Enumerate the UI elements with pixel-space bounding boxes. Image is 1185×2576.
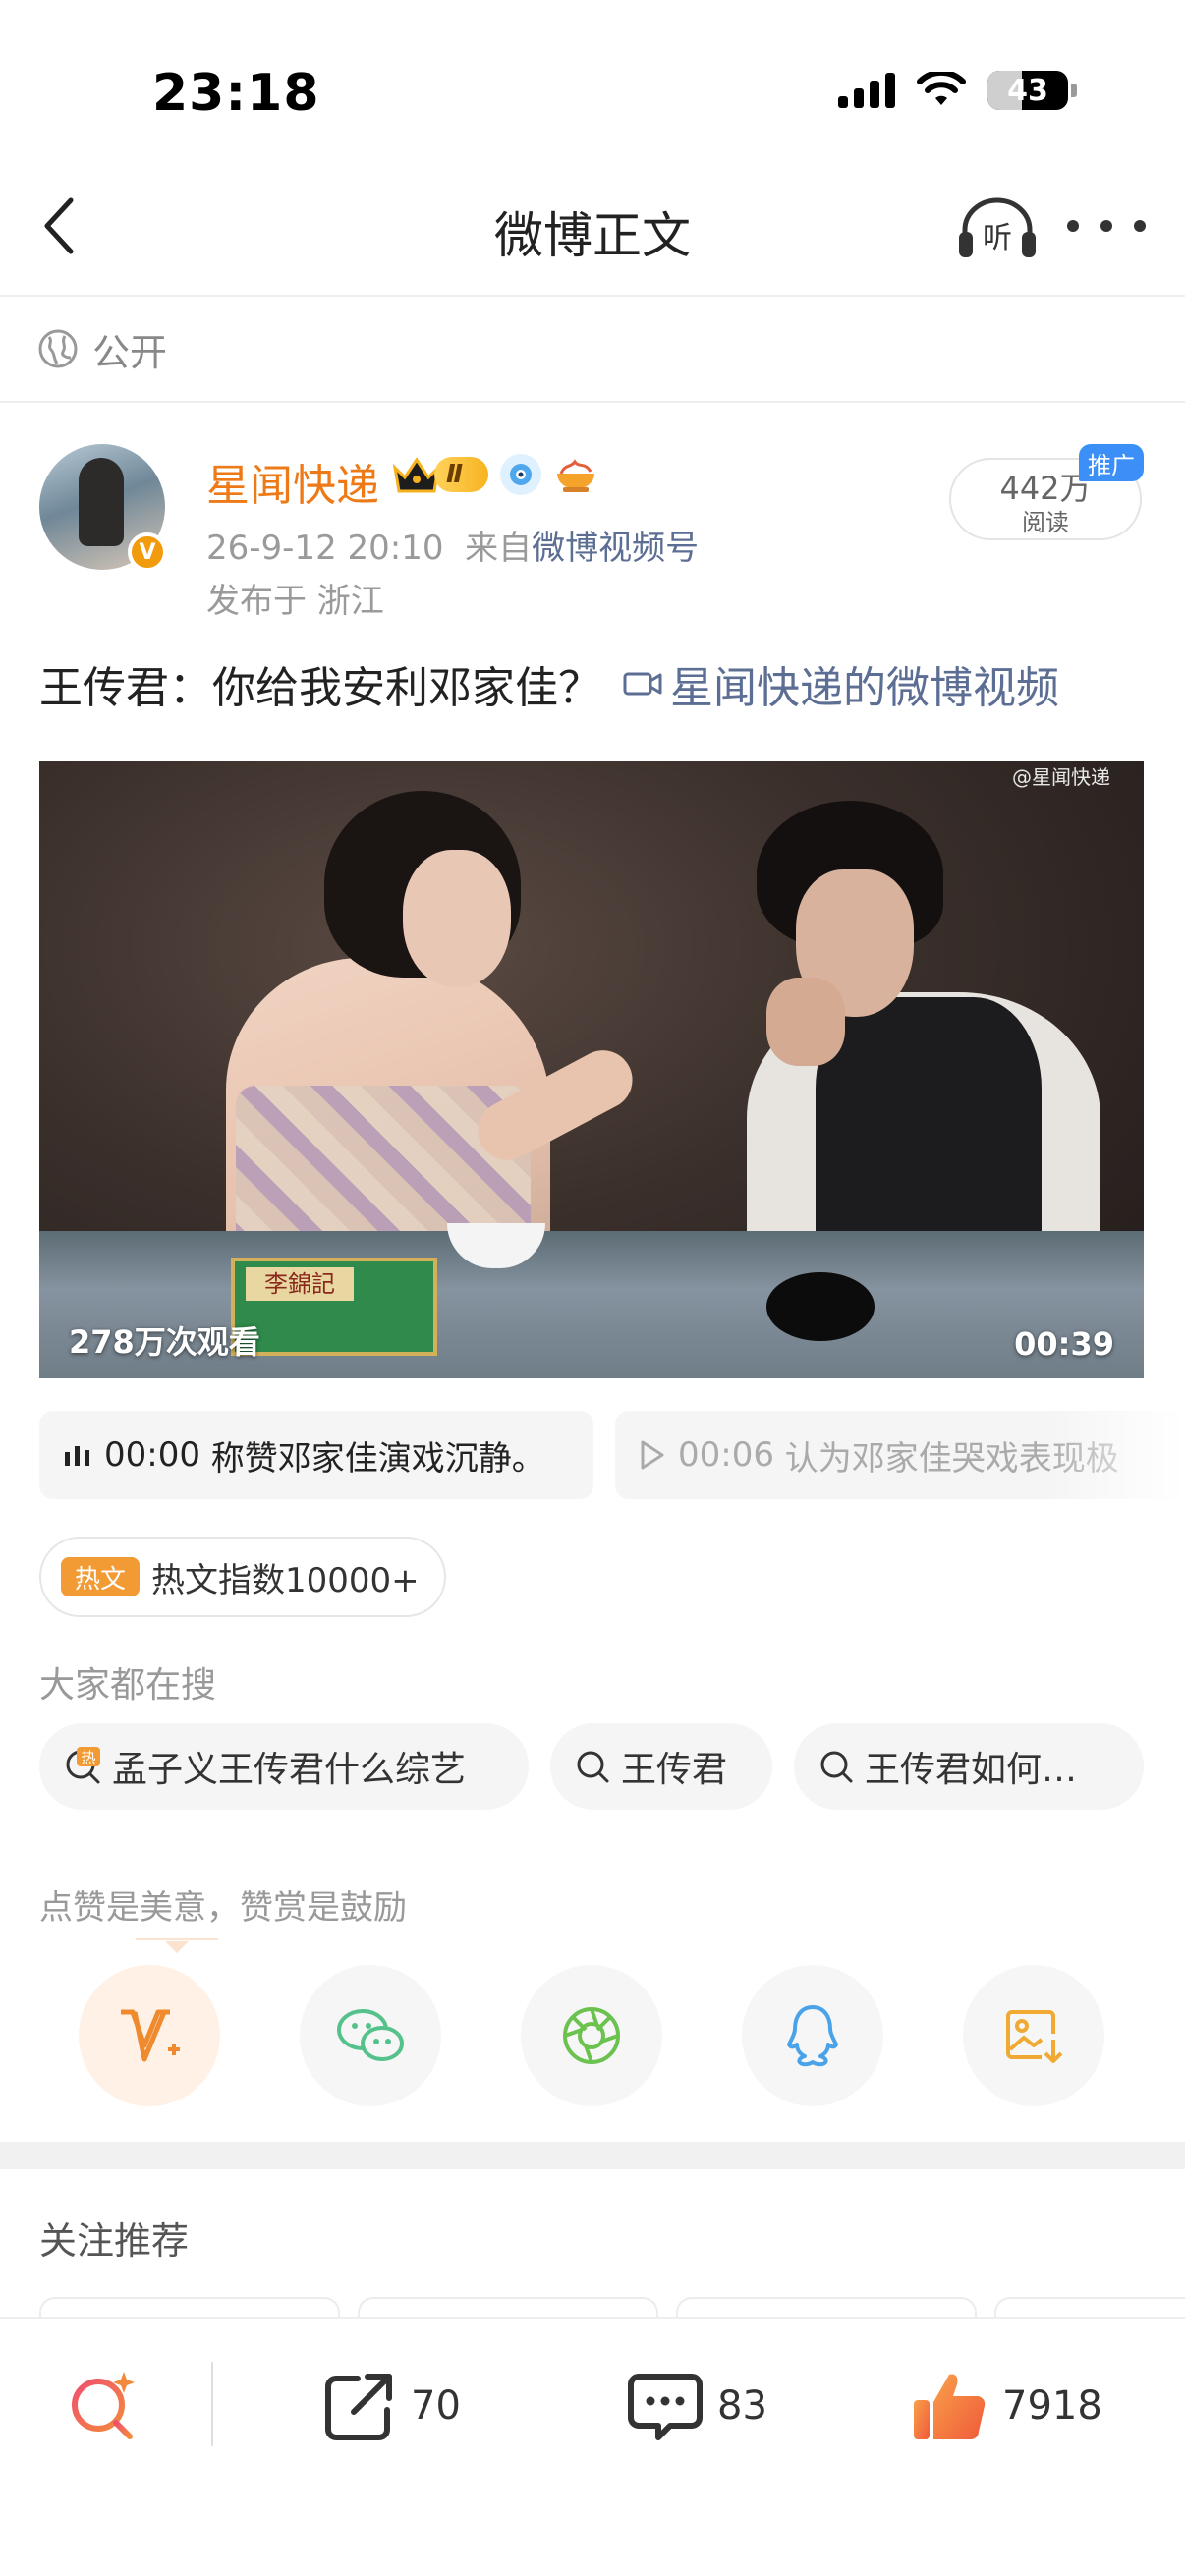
video-figure-face [403,850,511,987]
share-moments-button[interactable] [521,1965,662,2106]
search-suggestion[interactable]: 热 孟子义王传君什么综艺 [39,1723,529,1810]
bottom-action-bar: 70 83 7918 [0,2317,1185,2576]
post-body: 王传君：你给我安利邓家佳？ [39,663,601,713]
status-time: 23:18 [152,64,320,123]
wifi-icon [917,72,966,105]
chapter-time: 00:06 [678,1435,774,1475]
post-location: 发布于 浙江 [206,582,384,621]
audio-bars-icon [63,1442,92,1468]
noodle-bowl-icon[interactable] [553,454,598,495]
save-image-icon [1006,2010,1063,2063]
hot-index-text: 热文指数10000+ [151,1560,420,1600]
video-camera-icon [623,672,662,696]
reward-text: 点赞是美意，赞赏是鼓励 [39,1888,407,1928]
read-label: 阅读 [1022,509,1069,536]
chapter-item[interactable]: 00:00 称赞邓家佳演戏沉静。 [39,1411,593,1499]
dot [1100,220,1112,232]
play-icon [639,1439,666,1471]
like-count: 7918 [1002,2383,1102,2429]
fade-overlay [1047,1411,1185,1499]
more-button[interactable] [1067,201,1146,251]
video-view-count: 278万次观看 [69,1323,260,1361]
svg-text:听: 听 [983,221,1012,255]
comment-button[interactable]: 83 [627,2362,767,2450]
visibility-label: 公开 [92,330,168,374]
wechat-icon [337,2009,404,2061]
repost-icon [325,2374,392,2440]
battery-icon: 43 [988,71,1068,110]
video-duration: 00:39 [1014,1325,1114,1363]
author-name[interactable]: 星闻快递 [206,450,379,513]
hot-index-pill[interactable]: 热文 热文指数10000+ [39,1537,446,1617]
follow-recommend-title: 关注推荐 [39,2219,190,2263]
comment-count: 83 [717,2383,767,2429]
member-badge[interactable]: Ⅱ [391,454,489,495]
repost-count: 70 [411,2383,461,2429]
level-badge: Ⅱ [434,457,489,492]
author-badges: Ⅱ [391,454,598,495]
eye-badge-icon[interactable] [500,454,542,495]
svg-text:热: 热 [81,1749,95,1766]
search-icon [577,1751,609,1783]
thumbs-up-icon [914,2374,986,2439]
ai-search-icon[interactable] [65,2368,143,2446]
search-suggestion-label: 王传君 [621,1750,728,1790]
globe-icon [38,329,78,368]
battery-level: 43 [1007,73,1048,108]
status-icons: 43 [838,71,1077,110]
post-timestamp: 26-9-12 20:10 [206,529,444,568]
avatar-figure [79,458,124,546]
avatar[interactable]: V [39,444,167,572]
reward-button[interactable] [79,1965,220,2106]
chapter-text: 称赞邓家佳演戏沉静。 [210,1438,545,1479]
verified-badge: V [128,532,167,572]
search-suggestion[interactable]: 王传君 [550,1723,772,1810]
reward-v-icon [121,2009,180,2062]
listen-button[interactable]: 听 [957,196,1038,259]
search-suggestion-label: 王传君如何… [865,1750,1078,1790]
repost-button[interactable]: 70 [322,2362,461,2450]
source-prefix: 来自 [465,529,533,568]
like-button[interactable]: 7918 [910,2362,1102,2450]
video-microphone [766,1272,875,1341]
video-link[interactable]: 星闻快递的微博视频 [623,652,1059,715]
qq-icon [787,2005,838,2067]
video-tissue-label: 李錦記 [246,1267,354,1301]
eye-icon [510,464,533,485]
hot-search-icon: 热 [66,1747,100,1784]
search-suggestion[interactable]: 王传君如何… [794,1723,1144,1810]
visibility-row: 公开 [0,297,1185,403]
search-suggestion-label: 孟子义王传君什么综艺 [112,1750,467,1790]
video-figure-hand [766,978,845,1066]
share-wechat-button[interactable] [300,1965,441,2106]
hot-badge: 热文 [61,1557,140,1596]
moments-icon [563,2007,620,2064]
share-qq-button[interactable] [742,1965,883,2106]
promo-tag: 推广 [1079,444,1144,481]
dot [1067,220,1079,232]
dot [1134,220,1146,232]
save-image-button[interactable] [963,1965,1104,2106]
chapter-item[interactable]: 00:06 认为邓家佳哭戏表现极 [615,1411,1185,1499]
divider [211,2362,213,2446]
source-link[interactable]: 微博视频号 [532,529,699,568]
video-watermark: @星闻快递 [1012,765,1110,789]
reward-pointer [136,1938,218,1953]
cellular-signal-icon [838,73,895,108]
post-meta: 26-9-12 20:10 来自微博视频号 [206,521,699,569]
nav-bar: 微博正文 听 [0,157,1185,297]
status-bar: 23:18 43 [0,0,1185,157]
section-divider [0,2142,1185,2169]
video-player[interactable]: 李錦記 @星闻快递 278万次观看 00:39 [39,761,1144,1378]
chapter-time: 00:00 [104,1435,200,1475]
comment-icon [628,2374,703,2440]
search-icon [820,1751,853,1783]
search-heading: 大家都在搜 [39,1665,217,1706]
post-text: 王传君：你给我安利邓家佳？ 星闻快递的微博视频 [39,652,1059,715]
video-link-label: 星闻快递的微博视频 [670,663,1059,713]
headphones-icon: 听 [959,197,1036,257]
